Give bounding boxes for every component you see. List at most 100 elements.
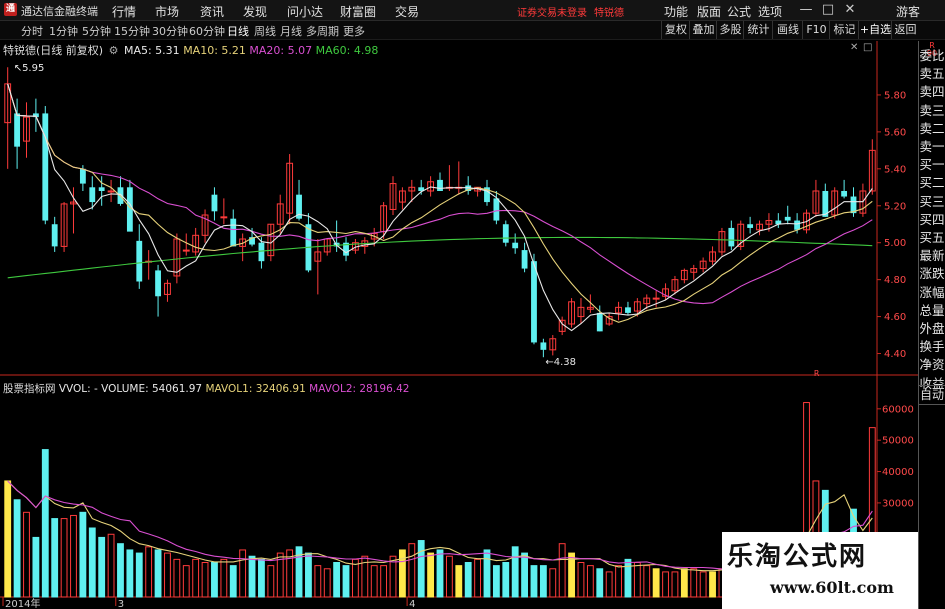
- volume-bar: [586, 565, 594, 598]
- volume-bar: [615, 565, 622, 598]
- volume-bar: [699, 571, 707, 598]
- candle-body-down: [79, 168, 86, 184]
- ma5-line: [7, 83, 873, 332]
- volume-bar: [182, 565, 190, 598]
- volume-bar: [314, 565, 322, 598]
- candle-body-down: [531, 261, 537, 343]
- price-tick-label: 5.80: [884, 90, 906, 101]
- sidebar-item-5[interactable]: 卖一: [919, 136, 945, 155]
- sidebar-item-2[interactable]: 卖四: [919, 81, 945, 100]
- sidebar-item-1[interactable]: 卖五: [919, 63, 945, 82]
- volume-bar: [79, 511, 87, 598]
- price-tick-label: 5.40: [884, 164, 906, 175]
- volume-bar: [23, 511, 30, 598]
- candle-body-down: [728, 227, 735, 247]
- volume-bar: [427, 552, 435, 598]
- r-marker: R: [814, 369, 820, 378]
- date-tick-label: 4: [409, 599, 415, 609]
- volume-bar: [380, 565, 388, 598]
- volume-bar: [333, 562, 341, 598]
- candle-body-down: [258, 242, 265, 262]
- sidebar-item-6[interactable]: 买一: [919, 154, 945, 173]
- volume-bar: [342, 565, 350, 598]
- volume-bar: [398, 549, 406, 598]
- volume-bar: [417, 540, 425, 598]
- volume-bar: [192, 558, 200, 598]
- volume-bar: [32, 536, 40, 598]
- volume-bar: [201, 562, 209, 598]
- price-tick-label: 4.60: [884, 312, 906, 323]
- volume-tick-label: 50000: [882, 436, 914, 447]
- volume-bar: [220, 558, 228, 598]
- volume-bar: [352, 558, 359, 598]
- volume-bar: [671, 571, 679, 598]
- candle-body-down: [211, 194, 218, 212]
- sidebar-item-12[interactable]: 涨跌: [919, 263, 945, 282]
- volume-bar: [145, 546, 153, 598]
- sidebar-item-7[interactable]: 买二: [919, 172, 945, 191]
- sidebar-item-0[interactable]: 委比: [919, 45, 945, 64]
- volume-bar: [464, 562, 472, 598]
- price-tick-label: 5.00: [884, 238, 906, 249]
- volume-bar: [164, 552, 171, 598]
- candle-body-up: [652, 297, 660, 300]
- volume-bar: [652, 568, 660, 598]
- volume-bar: [239, 549, 247, 598]
- volume-bar: [88, 527, 96, 598]
- sidebar-item-3[interactable]: 卖三: [919, 100, 945, 119]
- candle-body-down: [521, 250, 528, 269]
- volume-bar: [624, 558, 632, 598]
- price-tick-label: 4.80: [884, 275, 906, 286]
- sidebar-item-16[interactable]: 换手: [919, 336, 945, 355]
- volume-bar: [135, 552, 143, 598]
- volume-bar: [436, 549, 444, 598]
- sidebar-item-4[interactable]: 卖二: [919, 118, 945, 137]
- price-tick-label: 5.60: [884, 127, 906, 138]
- volume-bar: [173, 558, 181, 598]
- candle-body-down: [14, 113, 21, 147]
- sidebar-item-11[interactable]: 最新: [919, 245, 945, 264]
- volume-bar: [408, 543, 416, 598]
- volume-bar: [107, 533, 115, 598]
- candle-body-down: [42, 113, 49, 221]
- candle-body-down: [136, 240, 143, 282]
- volume-bar: [370, 565, 378, 598]
- volume-bar: [455, 565, 463, 598]
- auto-button[interactable]: 自动: [919, 385, 945, 405]
- volume-bar: [558, 543, 566, 598]
- candle-body-down: [98, 187, 105, 191]
- volume-bar: [126, 549, 134, 598]
- candle-body-down: [502, 224, 509, 243]
- volume-bar: [521, 552, 528, 598]
- sidebar-item-8[interactable]: 买三: [919, 191, 945, 210]
- volume-bar: [117, 543, 124, 598]
- volume-bar: [258, 558, 265, 598]
- date-tick-label: 3: [118, 599, 124, 609]
- volume-bar: [690, 568, 698, 598]
- sidebar-item-10[interactable]: 买五: [919, 227, 945, 246]
- volume-bar: [530, 565, 538, 598]
- volume-bar: [51, 518, 59, 598]
- sidebar-item-17[interactable]: 净资: [919, 354, 945, 373]
- volume-bar: [709, 571, 716, 598]
- volume-bar: [4, 480, 12, 598]
- price-tick-label: 4.40: [884, 349, 906, 360]
- volume-bar: [502, 562, 510, 598]
- sidebar-item-13[interactable]: 涨幅: [919, 282, 945, 301]
- volume-bar: [267, 565, 275, 598]
- date-tick-label: 2014年: [5, 597, 40, 609]
- volume-bar: [474, 558, 482, 598]
- price-tick-label: 5.20: [884, 201, 906, 212]
- candle-body-down: [512, 242, 519, 249]
- watermark-title: 乐淘公式网: [727, 542, 868, 572]
- candle-body-down: [784, 216, 791, 221]
- volume-bar: [60, 518, 68, 598]
- volume-tick-label: 30000: [882, 498, 914, 509]
- volume-bar: [549, 568, 557, 598]
- sidebar-item-14[interactable]: 总量: [919, 300, 945, 319]
- candle-body-down: [841, 190, 848, 197]
- candle-body-down: [51, 224, 58, 247]
- kline-chart[interactable]: 5.80 5.60 5.40 5.20 5.00 4.80 4.60 4.40 60000 500…: [0, 0, 945, 609]
- sidebar-item-9[interactable]: 买四: [919, 209, 945, 228]
- sidebar-item-15[interactable]: 外盘: [919, 318, 945, 337]
